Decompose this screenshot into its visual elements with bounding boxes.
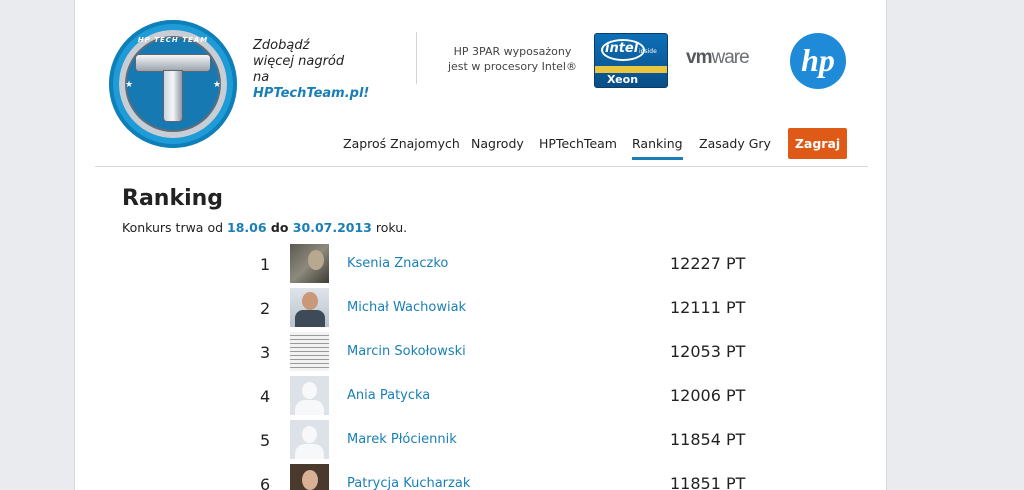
contest-prefix: Konkurs trwa od (122, 220, 227, 235)
promo-line-2: więcej nagród (253, 54, 345, 69)
vmware-vm: vm (686, 47, 712, 68)
intel-promo-text: HP 3PAR wyposażony jest w procesory Inte… (445, 44, 580, 74)
vmware-ware: ware (711, 47, 749, 68)
nav-item-ranking[interactable]: Ranking (632, 136, 683, 160)
contest-dates: Konkurs trwa od 18.06 do 30.07.2013 roku… (122, 220, 407, 235)
header-divider (416, 32, 417, 84)
user-points: 11851 PT (670, 474, 746, 490)
date-separator: do (266, 220, 293, 235)
rank-number: 4 (260, 387, 271, 406)
logo-text: HP TECH TEAM (137, 36, 209, 44)
star-icon: ★ (125, 80, 134, 90)
avatar[interactable] (290, 464, 329, 490)
ranking-row: 2 Michał Wachowiak 12111 PT (75, 288, 886, 328)
logo-t-stem (163, 70, 183, 122)
contest-suffix: roku. (371, 220, 408, 235)
avatar[interactable] (290, 244, 329, 283)
ranking-row: 4 Ania Patycka 12006 PT (75, 376, 886, 416)
ranking-row: 6 Patrycja Kucharzak 11851 PT (75, 464, 886, 490)
promo-prefix: na (253, 70, 270, 85)
hp-tech-team-logo[interactable]: HP TECH TEAM ★ ★ (109, 20, 237, 148)
user-points: 12053 PT (670, 342, 746, 361)
rank-number: 6 (260, 475, 271, 490)
intel-brand: intel (605, 41, 639, 56)
user-name-link[interactable]: Patrycja Kucharzak (347, 476, 470, 490)
intel-product: Xeon (607, 73, 639, 86)
user-name-link[interactable]: Ania Patycka (347, 388, 430, 403)
user-name-link[interactable]: Michał Wachowiak (347, 300, 466, 315)
page-title: Ranking (122, 186, 224, 211)
play-button[interactable]: Zagraj (788, 128, 847, 159)
promo-text: Zdobądź więcej nagród na HPTechTeam.pl! (253, 38, 388, 102)
date-to: 30.07.2013 (292, 220, 372, 235)
rank-number: 5 (260, 431, 271, 450)
promo-link[interactable]: HPTechTeam.pl! (253, 86, 369, 101)
user-points: 12111 PT (670, 298, 746, 317)
intel-line-2: jest w procesory Intel® (447, 60, 577, 73)
user-name-link[interactable]: Marcin Sokołowski (347, 344, 466, 359)
header-separator (95, 166, 868, 167)
user-name-link[interactable]: Marek Płóciennik (347, 432, 457, 447)
user-points: 12227 PT (670, 254, 746, 273)
avatar[interactable] (290, 332, 329, 371)
ranking-row: 1 Ksenia Znaczko 12227 PT (75, 244, 886, 284)
rank-number: 3 (260, 343, 271, 362)
nav-item-hptechteam[interactable]: HPTechTeam (539, 136, 617, 151)
user-points: 12006 PT (670, 386, 746, 405)
promo-line-1: Zdobądź (253, 38, 310, 53)
ranking-row: 3 Marcin Sokołowski 12053 PT (75, 332, 886, 372)
page-container: HP TECH TEAM ★ ★ Zdobądź więcej nagród n… (74, 0, 887, 490)
rank-number: 2 (260, 299, 271, 318)
avatar[interactable] (290, 420, 329, 459)
nav-item-rules[interactable]: Zasady Gry (699, 136, 771, 151)
nav-item-invite[interactable]: Zaproś Znajomych (343, 136, 460, 151)
promo-line-3: na HPTechTeam.pl! (253, 70, 388, 102)
intel-xeon-badge[interactable]: intel inside Xeon (594, 33, 668, 88)
ranking-row: 5 Marek Płóciennik 11854 PT (75, 420, 886, 460)
avatar[interactable] (290, 288, 329, 327)
intel-stripe (595, 66, 667, 73)
rank-number: 1 (260, 255, 271, 274)
nav-item-rewards[interactable]: Nagrody (471, 136, 524, 151)
user-name-link[interactable]: Ksenia Znaczko (347, 256, 448, 271)
vmware-logo[interactable]: vmware (686, 47, 750, 69)
avatar[interactable] (290, 376, 329, 415)
user-points: 11854 PT (670, 430, 746, 449)
intel-line-1: HP 3PAR wyposażony (453, 45, 572, 58)
date-from: 18.06 (227, 220, 267, 235)
star-icon: ★ (213, 80, 222, 90)
hp-logo[interactable]: hp (790, 33, 846, 89)
intel-inside: inside (639, 48, 657, 55)
